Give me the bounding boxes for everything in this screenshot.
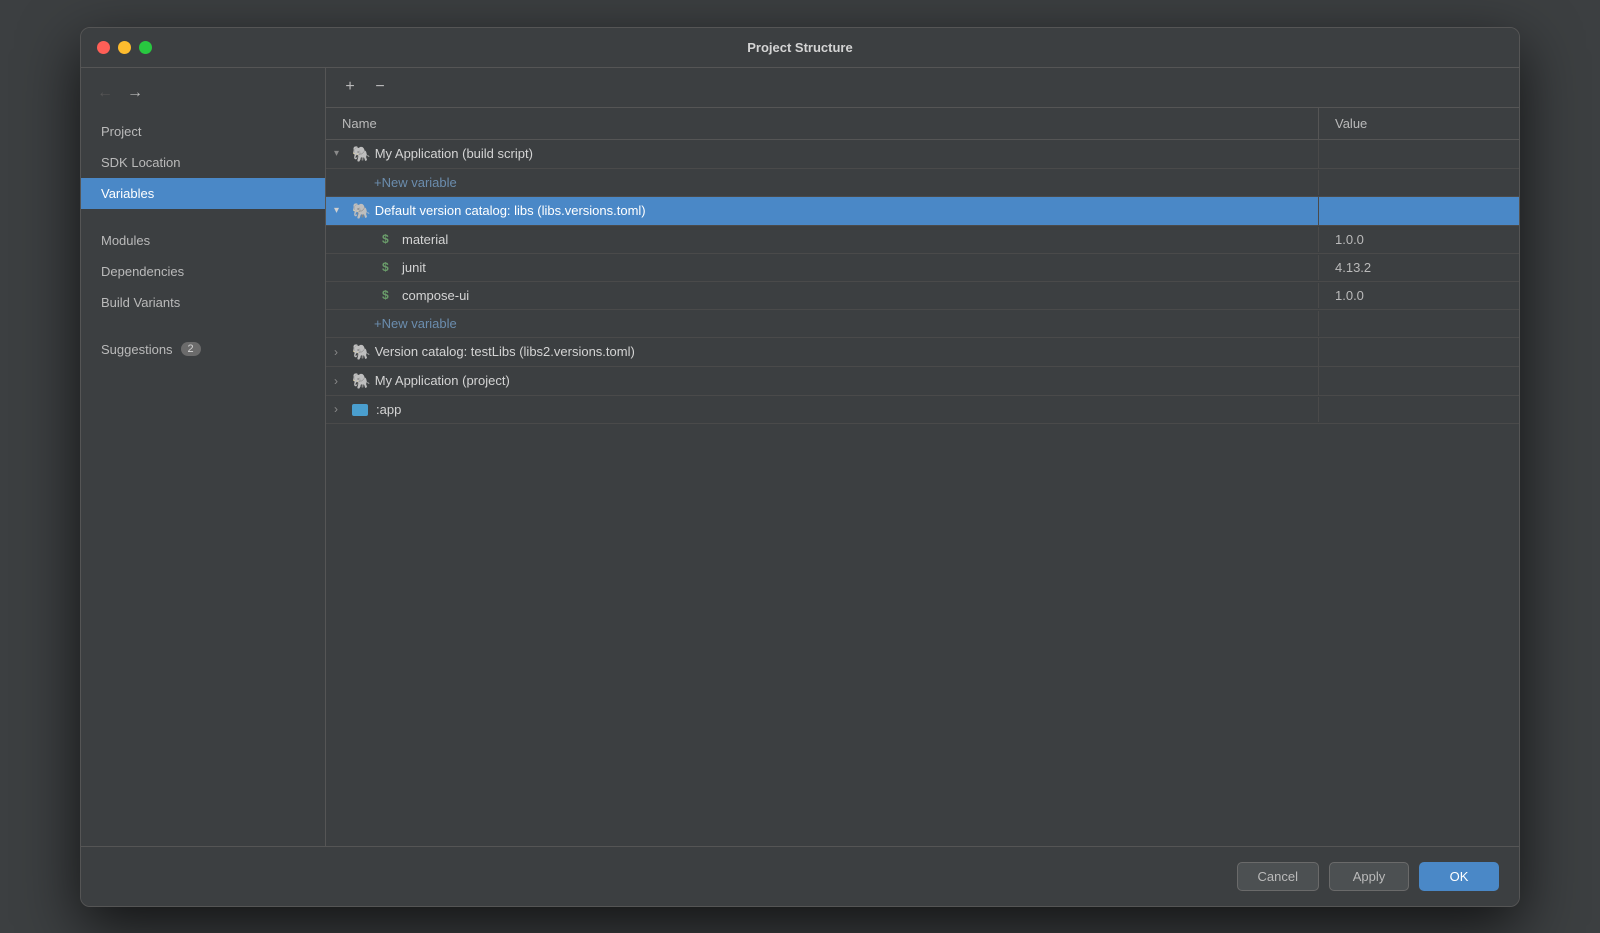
gradle-icon: 🐘 [352, 372, 371, 390]
row-name-cell: $ compose-ui [326, 283, 1319, 308]
sidebar-item-project[interactable]: Project [81, 116, 325, 147]
chevron-right-icon: › [334, 374, 348, 388]
table-row[interactable]: $ junit 4.13.2 [326, 254, 1519, 282]
gradle-icon: 🐘 [352, 343, 371, 361]
chevron-right-icon: › [334, 402, 348, 416]
row-value-cell [1319, 206, 1519, 216]
main-content: ← → Project SDK Location Variables Modul… [81, 68, 1519, 846]
row-name-cell: ▾ 🐘 Default version catalog: libs (libs.… [326, 197, 1319, 225]
row-name-cell: $ material [326, 227, 1319, 252]
row-name-cell: › :app [326, 397, 1319, 422]
variable-icon: $ [382, 288, 398, 302]
row-value-cell [1319, 149, 1519, 159]
nav-arrows: ← → [81, 78, 325, 116]
cancel-button[interactable]: Cancel [1237, 862, 1319, 891]
gradle-icon: 🐘 [352, 145, 371, 163]
row-value-cell: 4.13.2 [1319, 255, 1519, 280]
table-row[interactable]: +New variable [326, 310, 1519, 338]
add-variable-button[interactable]: + [338, 75, 362, 99]
table-body: ▾ 🐘 My Application (build script) +New v… [326, 140, 1519, 424]
row-name-cell: +New variable [326, 311, 1319, 336]
table-row[interactable]: › 🐘 Version catalog: testLibs (libs2.ver… [326, 338, 1519, 367]
apply-button[interactable]: Apply [1329, 862, 1409, 891]
row-name-cell: › 🐘 My Application (project) [326, 367, 1319, 395]
sidebar-item-dependencies[interactable]: Dependencies [81, 256, 325, 287]
nav-separator-1 [81, 209, 325, 225]
table-row[interactable]: ▾ 🐘 My Application (build script) [326, 140, 1519, 169]
forward-button[interactable]: → [123, 82, 147, 104]
suggestions-badge: 2 [181, 342, 201, 356]
row-value-cell [1319, 404, 1519, 414]
close-button[interactable] [97, 41, 110, 54]
minimize-button[interactable] [118, 41, 131, 54]
row-value-cell: 1.0.0 [1319, 283, 1519, 308]
table-row[interactable]: › 🐘 My Application (project) [326, 367, 1519, 396]
row-value-cell [1319, 376, 1519, 386]
title-bar: Project Structure [81, 28, 1519, 68]
table-row[interactable]: ▾ 🐘 Default version catalog: libs (libs.… [326, 197, 1519, 226]
main-panel: + − Name Value ▾ 🐘 My Application (build… [326, 68, 1519, 846]
row-name-cell: › 🐘 Version catalog: testLibs (libs2.ver… [326, 338, 1319, 366]
project-structure-dialog: Project Structure ← → Project SDK Locati… [80, 27, 1520, 907]
row-value-cell [1319, 177, 1519, 187]
variable-icon: $ [382, 232, 398, 246]
toolbar: + − [326, 68, 1519, 108]
window-controls [97, 41, 152, 54]
row-value-cell [1319, 318, 1519, 328]
sidebar-item-modules[interactable]: Modules [81, 225, 325, 256]
chevron-down-icon: ▾ [334, 148, 348, 159]
back-button[interactable]: ← [93, 82, 117, 104]
sidebar: ← → Project SDK Location Variables Modul… [81, 68, 326, 846]
column-header-name: Name [326, 108, 1319, 139]
nav-separator-2 [81, 318, 325, 334]
table-header: Name Value [326, 108, 1519, 140]
folder-icon [352, 404, 368, 416]
table-row[interactable]: › :app [326, 396, 1519, 424]
row-value-cell [1319, 347, 1519, 357]
row-value-cell: 1.0.0 [1319, 227, 1519, 252]
variables-table: Name Value ▾ 🐘 My Application (build scr… [326, 108, 1519, 846]
sidebar-item-sdk-location[interactable]: SDK Location [81, 147, 325, 178]
row-name-cell: +New variable [326, 170, 1319, 195]
table-row[interactable]: +New variable [326, 169, 1519, 197]
maximize-button[interactable] [139, 41, 152, 54]
row-name-cell: ▾ 🐘 My Application (build script) [326, 140, 1319, 168]
row-name-cell: $ junit [326, 255, 1319, 280]
ok-button[interactable]: OK [1419, 862, 1499, 891]
remove-variable-button[interactable]: − [368, 75, 392, 99]
chevron-right-icon: › [334, 345, 348, 359]
suggestions-badge-container: Suggestions 2 [101, 342, 305, 357]
dialog-footer: Cancel Apply OK [81, 846, 1519, 906]
sidebar-item-suggestions[interactable]: Suggestions 2 [81, 334, 325, 365]
dialog-title: Project Structure [747, 40, 852, 55]
sidebar-item-build-variants[interactable]: Build Variants [81, 287, 325, 318]
variable-icon: $ [382, 260, 398, 274]
gradle-icon: 🐘 [352, 202, 371, 220]
chevron-down-icon: ▾ [334, 205, 348, 216]
column-header-value: Value [1319, 108, 1519, 139]
table-row[interactable]: $ material 1.0.0 [326, 226, 1519, 254]
table-row[interactable]: $ compose-ui 1.0.0 [326, 282, 1519, 310]
sidebar-item-variables[interactable]: Variables [81, 178, 325, 209]
